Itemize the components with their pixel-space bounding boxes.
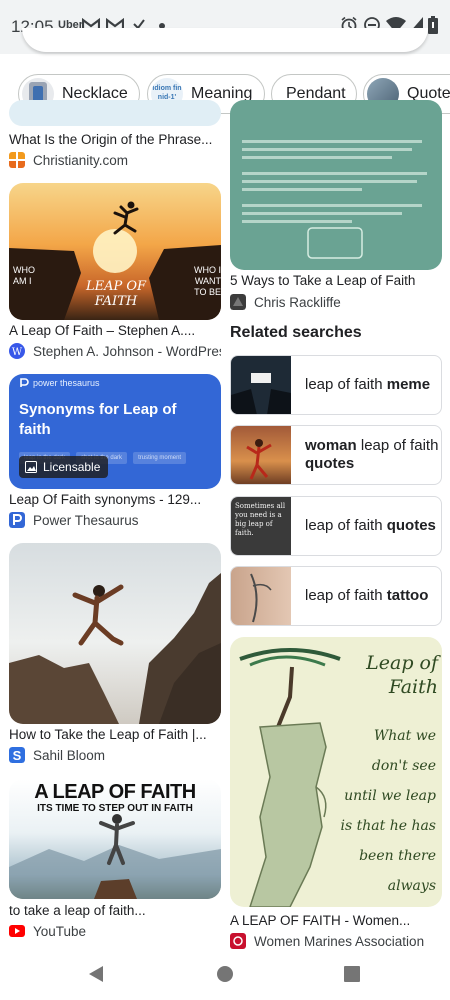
source-name: Chris Rackliffe bbox=[254, 294, 341, 310]
related-thumbnail bbox=[231, 356, 291, 414]
recents-icon[interactable] bbox=[344, 966, 360, 982]
sahil-bloom-icon: S bbox=[9, 747, 25, 763]
related-thumbnail bbox=[231, 426, 291, 484]
brand-text: power thesaurus bbox=[33, 378, 100, 388]
quote-text: Leap of Faith bbox=[366, 652, 438, 698]
tattoo-thumbnail bbox=[250, 573, 272, 623]
source-name: Women Marines Association bbox=[254, 933, 425, 949]
youtube-icon bbox=[9, 925, 25, 937]
badge-label: Licensable bbox=[43, 460, 101, 474]
power-thesaurus-logo-icon bbox=[20, 378, 29, 387]
image-text-right: WHO I WANT TO BE bbox=[194, 265, 221, 297]
thesaurus-brand: power thesaurus bbox=[19, 378, 100, 388]
result-title[interactable]: Leap Of Faith synonyms - 129... bbox=[9, 492, 221, 507]
result-source[interactable]: S Sahil Bloom bbox=[9, 747, 221, 763]
related-thumbnail bbox=[231, 567, 291, 625]
source-name: Power Thesaurus bbox=[33, 512, 139, 528]
image-text-center: LEAP OF FAITH bbox=[85, 279, 147, 309]
related-search-item[interactable]: leap of faith meme bbox=[230, 355, 442, 415]
related-searches-heading: Related searches bbox=[230, 324, 362, 341]
related-text: leap of faith quotes bbox=[305, 517, 436, 534]
image-icon bbox=[25, 461, 37, 473]
battery-icon bbox=[428, 16, 438, 34]
result-source[interactable]: Christianity.com bbox=[9, 152, 221, 168]
related-search-item[interactable]: leap of faith tattoo bbox=[230, 566, 442, 626]
related-text: woman leap of faith quotes bbox=[305, 437, 439, 472]
quote-body: What we don't see until we leap is that … bbox=[340, 728, 436, 894]
system-nav-bar bbox=[0, 950, 450, 1000]
result-title[interactable]: A Leap Of Faith – Stephen A.... bbox=[9, 323, 221, 338]
related-thumbnail: Sometimes all you need is a big leap of … bbox=[231, 497, 291, 555]
result-title[interactable]: How to Take the Leap of Faith |... bbox=[9, 727, 221, 742]
result-source[interactable]: YouTube bbox=[9, 923, 221, 939]
result-source[interactable]: Power Thesaurus bbox=[9, 512, 221, 528]
leaping-person-illustration bbox=[9, 814, 221, 899]
women-marines-icon bbox=[230, 933, 246, 949]
licensable-badge[interactable]: Licensable bbox=[19, 456, 109, 478]
svg-text:W: W bbox=[12, 347, 23, 358]
tag: trusting moment bbox=[133, 452, 187, 464]
thesaurus-heading: Synonyms for Leap of faith bbox=[19, 401, 177, 438]
result-title[interactable]: A LEAP OF FAITH - Women... bbox=[230, 913, 442, 928]
related-search-item[interactable]: Sometimes all you need is a big leap of … bbox=[230, 496, 442, 556]
result-image[interactable]: Leap of Faith What we don't see until we… bbox=[230, 637, 442, 907]
power-thesaurus-icon bbox=[9, 512, 25, 528]
chris-rackliffe-icon bbox=[230, 294, 246, 310]
related-text: leap of faith meme bbox=[305, 376, 431, 393]
result-image[interactable] bbox=[9, 543, 221, 724]
result-source[interactable]: Chris Rackliffe bbox=[230, 294, 442, 310]
image-text-left: WHO AM I bbox=[13, 265, 35, 286]
source-name: Stephen A. Johnson - WordPress bbox=[33, 343, 221, 359]
result-title[interactable]: to take a leap of faith... bbox=[9, 903, 221, 918]
svg-text:S: S bbox=[13, 748, 22, 763]
source-name: YouTube bbox=[33, 923, 87, 939]
result-image[interactable]: WHO AM I LEAP OF FAITH WHO I WANT TO BE bbox=[9, 183, 221, 320]
search-bar[interactable] bbox=[22, 28, 428, 52]
ways-list-illustration bbox=[242, 140, 427, 259]
related-search-item[interactable]: woman leap of faith quotes bbox=[230, 425, 442, 485]
woman-leap-thumbnail bbox=[246, 439, 272, 480]
christianity-icon bbox=[9, 152, 25, 168]
result-title[interactable]: 5 Ways to Take a Leap of Faith bbox=[230, 273, 442, 288]
result-image[interactable] bbox=[230, 100, 442, 270]
home-icon[interactable] bbox=[216, 965, 234, 983]
jumping-man-illustration bbox=[9, 573, 221, 724]
thumbnail-quote: Sometimes all you need is a big leap of … bbox=[235, 502, 286, 537]
wordpress-icon: W bbox=[9, 343, 25, 359]
result-source[interactable]: Women Marines Association bbox=[230, 933, 442, 949]
source-name: Sahil Bloom bbox=[33, 747, 106, 763]
result-image[interactable] bbox=[9, 100, 221, 126]
result-title[interactable]: What Is the Origin of the Phrase... bbox=[9, 132, 221, 147]
source-name: Christianity.com bbox=[33, 152, 129, 168]
back-icon[interactable] bbox=[87, 965, 105, 983]
related-text: leap of faith tattoo bbox=[305, 587, 429, 604]
result-image[interactable]: A LEAP OF FAITH ITS TIME TO STEP OUT IN … bbox=[9, 779, 221, 899]
result-source[interactable]: W Stephen A. Johnson - WordPress bbox=[9, 343, 221, 359]
chip-thumbnail-text: idiom fin nid-1' bbox=[152, 85, 182, 101]
meme-thumbnail bbox=[231, 373, 291, 414]
